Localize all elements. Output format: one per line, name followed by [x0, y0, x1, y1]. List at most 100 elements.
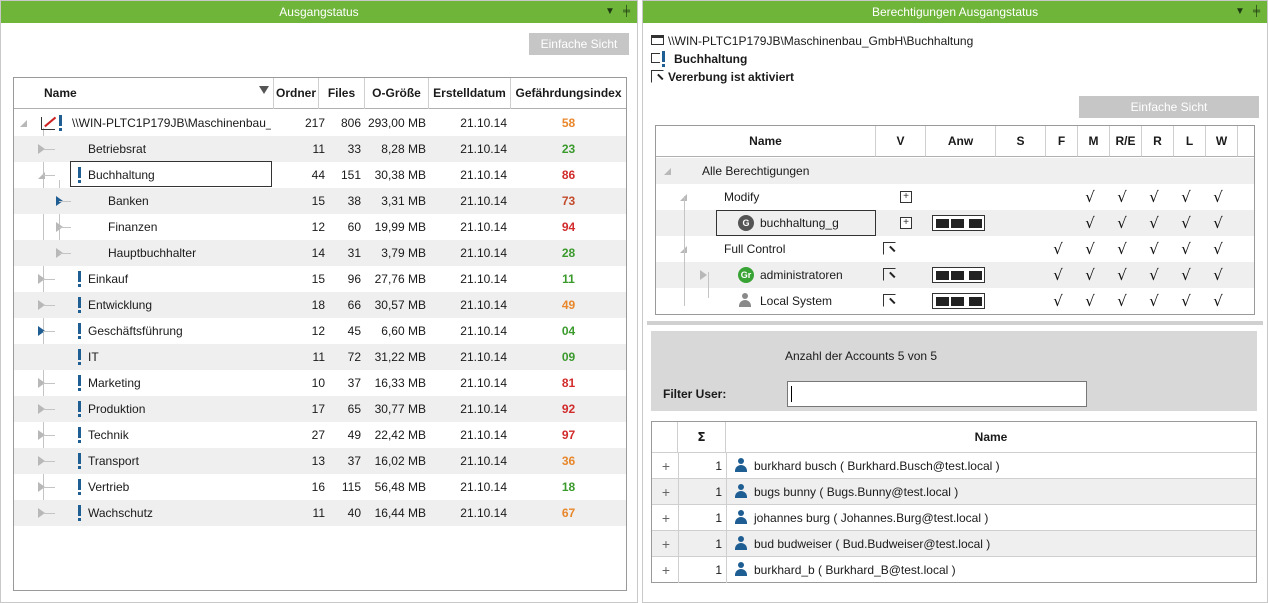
table-row[interactable]: Geschäftsführung 12 45 6,60 MB 21.10.14 04	[14, 318, 626, 344]
size-cell: 31,22 MB	[374, 350, 426, 364]
perm-col-r-e[interactable]: R/E	[1110, 126, 1142, 157]
table-row[interactable]: Marketing 10 37 16,33 MB 21.10.14 81	[14, 370, 626, 396]
check-icon: √	[1085, 292, 1095, 310]
table-row[interactable]: Transport 13 37 16,02 MB 21.10.14 36	[14, 448, 626, 474]
date-cell: 21.10.14	[460, 428, 507, 442]
dropdown-icon[interactable]: ▼	[605, 1, 615, 23]
folder-name: \\WIN-PLTC1P179JB\Maschinenbau_G	[72, 116, 271, 130]
accounts-count: Anzahl der Accounts 5 von 5	[785, 349, 938, 363]
table-row[interactable]: IT 11 72 31,22 MB 21.10.14 09	[14, 344, 626, 370]
simple-view-button-right[interactable]: Einfache Sicht	[1079, 96, 1259, 118]
add-permission-icon[interactable]: +	[900, 191, 912, 203]
perm-row[interactable]: Gr administratoren √ √ √ √ √ √	[656, 262, 1254, 288]
col-size[interactable]: O-Größe	[365, 78, 429, 109]
table-row[interactable]: Buchhaltung 44 151 30,38 MB 21.10.14 86	[14, 161, 626, 188]
perm-row[interactable]: Modify + √ √ √ √ √	[656, 184, 1254, 210]
check-icon: √	[1117, 214, 1127, 232]
size-cell: 30,57 MB	[374, 298, 426, 312]
perm-col-f[interactable]: F	[1046, 126, 1078, 157]
table-row[interactable]: Hauptbuchhalter 14 31 3,79 MB 21.10.14 28	[14, 240, 626, 266]
perm-row[interactable]: Full Control √ √ √ √ √ √	[656, 236, 1254, 262]
folder-name: Wachschutz	[88, 506, 153, 520]
pin-icon[interactable]: ╪	[623, 1, 630, 23]
perm-row[interactable]: Gbuchhaltung_g + √ √ √ √ √	[656, 210, 1254, 236]
perm-label: administratoren	[760, 268, 843, 282]
perm-col-anw[interactable]: Anw	[926, 126, 996, 157]
user-icon	[734, 458, 748, 473]
col-index[interactable]: Gefährdungsindex	[511, 78, 626, 109]
folder-name: Hauptbuchhalter	[108, 246, 197, 260]
expand-plus-icon[interactable]: +	[659, 505, 673, 531]
files-cell: 806	[340, 116, 361, 130]
risk-index-cell: 18	[561, 480, 576, 494]
apply-to-icon	[932, 215, 985, 231]
col-expand	[652, 422, 678, 452]
table-row[interactable]: Produktion 17 65 30,77 MB 21.10.14 92	[14, 396, 626, 422]
account-row[interactable]: +1 burkhard busch ( Burkhard.Busch@test.l…	[652, 452, 1256, 479]
table-row[interactable]: Finanzen 12 60 19,99 MB 21.10.14 94	[14, 214, 626, 240]
size-cell: 56,48 MB	[374, 480, 426, 494]
tree-branch-line	[43, 149, 55, 150]
date-cell: 21.10.14	[460, 350, 507, 364]
expand-plus-icon[interactable]: +	[659, 453, 673, 479]
ordner-cell: 217	[304, 116, 325, 130]
alert-icon	[78, 427, 81, 443]
risk-index-cell: 86	[561, 168, 576, 182]
table-row[interactable]: Entwicklung 18 66 30,57 MB 21.10.14 49	[14, 292, 626, 318]
col-acc-name[interactable]: Name	[726, 422, 1256, 452]
pane-splitter[interactable]	[647, 321, 1263, 325]
add-permission-icon[interactable]: +	[900, 217, 912, 229]
group-icon: Gr	[738, 267, 754, 283]
col-sum[interactable]: Σ	[678, 422, 726, 452]
tree-branch-line	[43, 461, 55, 462]
user-icon	[734, 484, 748, 499]
filter-user-input[interactable]	[787, 381, 1087, 407]
account-row[interactable]: +1 bud budweiser ( Bud.Budweiser@test.loc…	[652, 530, 1256, 557]
expand-plus-icon[interactable]: +	[659, 531, 673, 557]
simple-view-button[interactable]: Einfache Sicht	[529, 33, 629, 55]
pin-icon[interactable]: ╪	[1253, 1, 1260, 23]
perm-col-s[interactable]: S	[996, 126, 1046, 157]
col-files[interactable]: Files	[319, 78, 365, 109]
account-row[interactable]: +1 johannes burg ( Johannes.Burg@test.loc…	[652, 504, 1256, 531]
collapse-arrow-icon[interactable]	[20, 120, 27, 127]
perm-col-v[interactable]: V	[876, 126, 926, 157]
table-row[interactable]: Vertrieb 16 115 56,48 MB 21.10.14 18	[14, 474, 626, 500]
column-divider	[726, 531, 727, 557]
perm-col-w[interactable]: W	[1206, 126, 1238, 157]
filter-icon[interactable]	[259, 86, 269, 94]
table-row[interactable]: Technik 27 49 22,42 MB 21.10.14 97	[14, 422, 626, 448]
col-date[interactable]: Erstelldatum	[429, 78, 511, 109]
perm-row[interactable]: Alle Berechtigungen	[656, 158, 1254, 184]
ordner-cell: 11	[312, 506, 325, 520]
collapse-arrow-icon[interactable]	[664, 168, 671, 175]
perm-col-name[interactable]: Name	[656, 126, 876, 157]
date-cell: 21.10.14	[460, 454, 507, 468]
col-name[interactable]: Name	[14, 78, 273, 109]
perm-col-l[interactable]: L	[1174, 126, 1206, 157]
account-row[interactable]: +1 bugs bunny ( Bugs.Bunny@test.local )	[652, 478, 1256, 505]
table-row[interactable]: Wachschutz 11 40 16,44 MB 21.10.14 67	[14, 500, 626, 526]
check-icon: √	[1149, 214, 1159, 232]
risk-index-cell: 67	[561, 506, 576, 520]
table-row[interactable]: Betriebsrat 11 33 8,28 MB 21.10.14 23	[14, 136, 626, 162]
ordner-cell: 15	[311, 272, 325, 286]
check-icon: √	[1085, 188, 1095, 206]
perm-col-m[interactable]: M	[1078, 126, 1110, 157]
risk-index-cell: 28	[561, 246, 576, 260]
table-row[interactable]: Banken 15 38 3,31 MB 21.10.14 73	[14, 188, 626, 214]
check-icon: √	[1085, 266, 1095, 284]
perm-label: Local System	[760, 294, 833, 308]
column-divider	[726, 557, 727, 583]
expand-arrow-icon[interactable]	[700, 270, 707, 280]
perm-col-r[interactable]: R	[1142, 126, 1174, 157]
dropdown-icon[interactable]: ▼	[1235, 1, 1245, 23]
perm-row[interactable]: Local System √ √ √ √ √ √	[656, 288, 1254, 314]
account-row[interactable]: +1 burkhard_b ( Burkhard_B@test.local )	[652, 556, 1256, 583]
col-ordner[interactable]: Ordner	[273, 78, 319, 109]
expand-plus-icon[interactable]: +	[659, 557, 673, 583]
table-row[interactable]: Einkauf 15 96 27,76 MB 21.10.14 11	[14, 266, 626, 292]
inherited-icon	[883, 242, 896, 255]
expand-plus-icon[interactable]: +	[659, 479, 673, 505]
table-row[interactable]: \\WIN-PLTC1P179JB\Maschinenbau_G 217 806 29…	[14, 110, 626, 136]
